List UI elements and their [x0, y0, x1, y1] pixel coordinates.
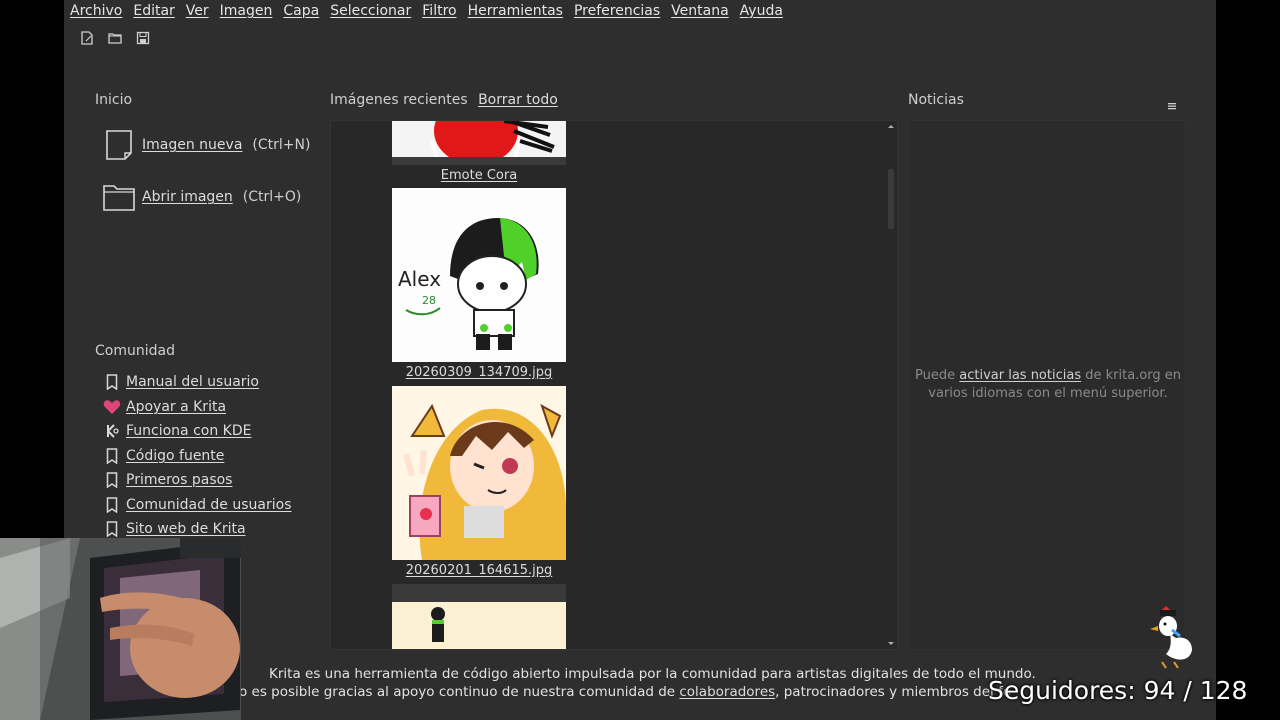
menu-bar: Archivo Editar Ver Imagen Capa Seleccion…	[64, 0, 1216, 22]
bookmark-icon	[102, 373, 122, 391]
community-item-label[interactable]: Comunidad de usuarios	[126, 497, 292, 513]
bookmark-icon	[102, 447, 122, 465]
recent-header: Imágenes recientes Borrar todo	[330, 92, 558, 108]
webcam-overlay	[0, 538, 241, 720]
scroll-up-icon[interactable]	[885, 121, 897, 131]
menu-filtro[interactable]: Filtro	[422, 3, 456, 19]
recent-file-label[interactable]: 20260309_134709.jpg	[371, 365, 587, 380]
footer-line-1: Krita es una herramienta de código abier…	[269, 666, 1036, 682]
follower-counter: Seguidores: 94 / 128	[988, 676, 1248, 705]
community-item-kde[interactable]: Funciona con KDE	[102, 419, 292, 444]
recent-file-label[interactable]: 20260201_164615.jpg	[371, 563, 587, 578]
clear-all-link[interactable]: Borrar todo	[478, 92, 558, 108]
community-item-label[interactable]: Primeros pasos	[126, 472, 232, 488]
menu-herramientas[interactable]: Herramientas	[468, 3, 563, 19]
menu-ayuda[interactable]: Ayuda	[740, 3, 783, 19]
footer-line-2: o es posible gracias al apoyo continuo d…	[239, 684, 1011, 700]
hamburger-menu-icon[interactable]	[1167, 96, 1177, 115]
community-links: Manual del usuario Apoyar a Krita Funcio…	[102, 370, 292, 542]
menu-imagen[interactable]: Imagen	[220, 3, 273, 19]
news-text-before: Puede	[915, 368, 960, 383]
recent-thumbnail[interactable]	[392, 386, 566, 560]
menu-archivo[interactable]: Archivo	[70, 3, 122, 19]
folder-icon[interactable]	[104, 27, 126, 49]
community-title: Comunidad	[95, 343, 175, 359]
save-icon[interactable]	[132, 27, 154, 49]
community-item-manual[interactable]: Manual del usuario	[102, 370, 292, 395]
new-image-icon	[102, 128, 136, 162]
recent-thumbnail[interactable]: Alex 28	[392, 188, 566, 362]
bookmark-icon	[102, 471, 122, 489]
news-message: Puede activar las noticias de krita.org …	[915, 367, 1181, 403]
community-item-getting-started[interactable]: Primeros pasos	[102, 468, 292, 493]
recent-thumbnail[interactable]	[392, 584, 566, 649]
open-image-icon	[102, 180, 136, 214]
menu-ver[interactable]: Ver	[186, 3, 209, 19]
community-item-label[interactable]: Manual del usuario	[126, 374, 259, 390]
new-image-row[interactable]: Imagen nueva (Ctrl+N)	[102, 128, 310, 162]
open-image-row[interactable]: Abrir imagen (Ctrl+O)	[102, 180, 301, 214]
svg-text:28: 28	[422, 294, 436, 307]
menu-preferencias[interactable]: Preferencias	[574, 3, 660, 19]
new-image-link[interactable]: Imagen nueva	[142, 137, 242, 153]
recent-images-list[interactable]: Emote Cora Alex 28 20260309_134709.jpg 2…	[330, 120, 898, 650]
community-item-label[interactable]: Código fuente	[126, 448, 224, 464]
recent-thumbnail[interactable]	[392, 121, 566, 165]
menu-ventana[interactable]: Ventana	[671, 3, 729, 19]
scroll-down-icon[interactable]	[885, 639, 897, 649]
svg-text:Alex: Alex	[398, 267, 441, 291]
community-item-source[interactable]: Código fuente	[102, 444, 292, 469]
bookmark-icon	[102, 496, 122, 514]
new-image-shortcut: (Ctrl+N)	[252, 137, 311, 153]
news-panel: Puede activar las noticias de krita.org …	[908, 120, 1186, 650]
bookmark-icon	[102, 520, 122, 538]
community-item-users[interactable]: Comunidad de usuarios	[102, 493, 292, 518]
recent-title: Imágenes recientes	[330, 92, 468, 108]
enable-news-link[interactable]: activar las noticias	[959, 368, 1081, 383]
main-toolbar	[64, 26, 154, 50]
open-image-link[interactable]: Abrir imagen	[142, 189, 233, 205]
heart-icon	[102, 398, 122, 416]
new-document-icon[interactable]	[76, 27, 98, 49]
duck-mascot-icon	[1146, 606, 1194, 670]
footer-line-2-after: , patrocinadores y miembros del fo	[775, 684, 1012, 700]
menu-seleccionar[interactable]: Seleccionar	[330, 3, 411, 19]
recent-file-label[interactable]: Emote Cora	[371, 168, 587, 183]
community-item-label[interactable]: Sito web de Krita	[126, 521, 246, 537]
community-item-support[interactable]: Apoyar a Krita	[102, 395, 292, 420]
menu-capa[interactable]: Capa	[283, 3, 319, 19]
community-item-label[interactable]: Apoyar a Krita	[126, 399, 226, 415]
kde-icon	[102, 422, 122, 440]
recent-scrollbar[interactable]	[885, 121, 897, 649]
open-image-shortcut: (Ctrl+O)	[242, 189, 302, 205]
scroll-thumb[interactable]	[888, 169, 894, 229]
start-title: Inicio	[95, 92, 133, 108]
menu-editar[interactable]: Editar	[133, 3, 174, 19]
community-item-label[interactable]: Funciona con KDE	[126, 423, 251, 439]
footer-line-2-before: o es posible gracias al apoyo continuo d…	[239, 684, 680, 700]
news-title: Noticias	[908, 92, 964, 108]
contributors-link[interactable]: colaboradores	[679, 684, 775, 700]
